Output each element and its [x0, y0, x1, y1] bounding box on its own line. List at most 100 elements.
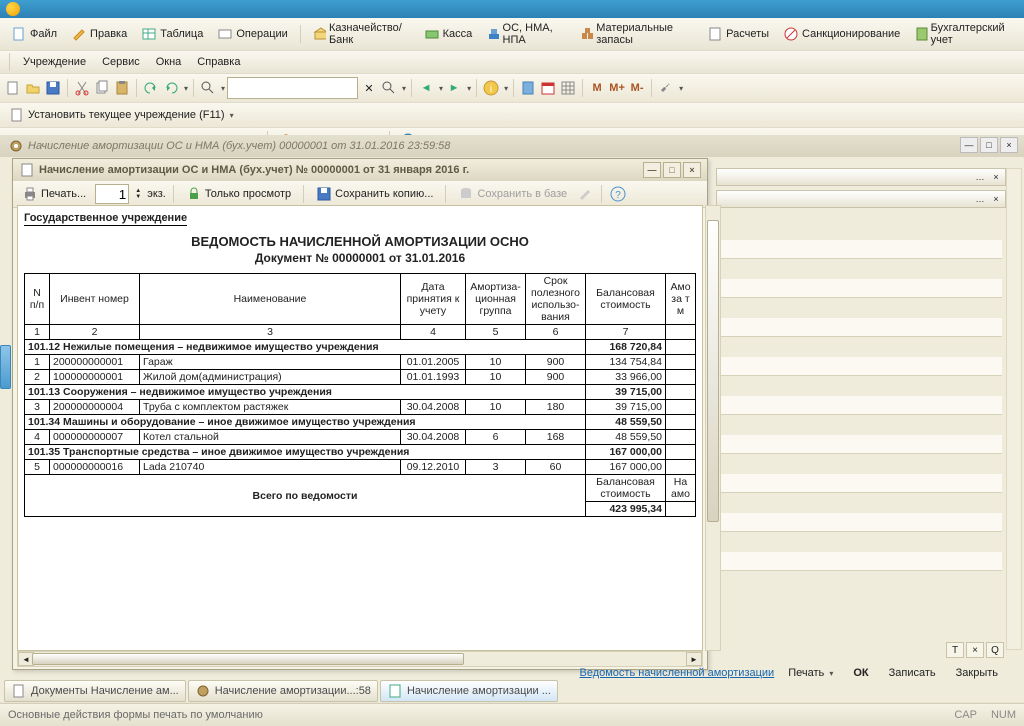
- m-button[interactable]: М: [588, 79, 606, 97]
- menu-sanction[interactable]: Санкционирование: [778, 25, 905, 43]
- chevron-down-icon[interactable]: ▾: [402, 84, 406, 93]
- table-row: 2100000000001Жилой дом(администрация)01.…: [25, 370, 696, 385]
- forward-button[interactable]: ►: [445, 79, 463, 97]
- open-button[interactable]: [24, 79, 42, 97]
- vertical-scrollbar[interactable]: [705, 205, 721, 651]
- field-line[interactable]: [712, 318, 1002, 337]
- save-button[interactable]: Записать: [883, 665, 942, 681]
- menu-calc[interactable]: Расчеты: [702, 25, 774, 43]
- chevron-down-icon[interactable]: ▾: [679, 84, 683, 93]
- preview-titlebar[interactable]: Начисление амортизации ОС и НМА (бух.уче…: [13, 159, 707, 181]
- menu-windows[interactable]: Окна: [150, 55, 188, 69]
- mplus-button[interactable]: M+: [608, 79, 626, 97]
- restore-button[interactable]: □: [980, 137, 998, 153]
- help-button[interactable]: ?: [609, 185, 627, 203]
- t-button[interactable]: Т: [946, 642, 964, 658]
- table-group-row: 101.12 Нежилые помещения – недвижимое им…: [25, 340, 696, 355]
- scroll-thumb[interactable]: [32, 653, 464, 665]
- menu-service[interactable]: Сервис: [96, 55, 146, 69]
- menu-treasury[interactable]: Казначейство/Банк: [308, 21, 415, 47]
- chevron-down-icon[interactable]: ▾: [504, 84, 508, 93]
- field-line[interactable]: [712, 552, 1002, 571]
- panel-header: … ×: [716, 190, 1006, 208]
- field-line[interactable]: [712, 240, 1002, 259]
- doc-tab-active[interactable]: Начисление амортизации ...: [380, 680, 558, 702]
- find-button[interactable]: [199, 79, 217, 97]
- calendar-button[interactable]: [539, 79, 557, 97]
- chevron-down-icon: ▾: [230, 111, 234, 120]
- field-line[interactable]: [712, 513, 1002, 532]
- search-next-button[interactable]: [380, 79, 398, 97]
- undo-button[interactable]: [142, 79, 160, 97]
- chevron-down-icon[interactable]: ▾: [221, 84, 225, 93]
- table-group-row: 101.34 Машины и оборудование – иное движ…: [25, 415, 696, 430]
- q-button[interactable]: Q: [986, 642, 1004, 658]
- close-button[interactable]: ×: [1000, 137, 1018, 153]
- back-button[interactable]: ◄: [417, 79, 435, 97]
- mdi-window-controls: — □ ×: [960, 137, 1018, 153]
- mminus-button[interactable]: M-: [628, 79, 646, 97]
- close-button[interactable]: ×: [683, 162, 701, 178]
- set-institution-button[interactable]: Установить текущее учреждение (F11) ▾: [4, 106, 239, 124]
- chevron-down-icon[interactable]: ▾: [467, 84, 471, 93]
- save-copy-button[interactable]: Сохранить копию...: [311, 185, 438, 203]
- paste-button[interactable]: [113, 79, 131, 97]
- num-indicator: NUM: [991, 709, 1016, 721]
- new-button[interactable]: [4, 79, 22, 97]
- copies-input[interactable]: [95, 184, 129, 204]
- ok-button[interactable]: ОК: [847, 665, 874, 681]
- menu-file[interactable]: Файл: [6, 25, 62, 43]
- redo-button[interactable]: [162, 79, 180, 97]
- menu-cash[interactable]: Касса: [419, 25, 478, 43]
- collapse-handle[interactable]: [0, 345, 11, 389]
- field-line[interactable]: [712, 474, 1002, 493]
- view-only-button[interactable]: Только просмотр: [181, 185, 296, 203]
- clear-search-button[interactable]: ✕: [360, 79, 378, 97]
- close-button[interactable]: Закрыть: [950, 665, 1004, 681]
- table-footer-row: Всего по ведомости Балансовая стоимость …: [25, 475, 696, 502]
- separator: [300, 25, 301, 43]
- minimize-button[interactable]: —: [643, 162, 661, 178]
- help-button[interactable]: i: [482, 79, 500, 97]
- menu-operations[interactable]: Операции: [212, 25, 292, 43]
- ellipsis-button[interactable]: …: [973, 193, 987, 205]
- chevron-down-icon[interactable]: ▾: [439, 84, 443, 93]
- menu-assets[interactable]: ОС, НМА, НПА: [481, 21, 571, 47]
- doc-tab[interactable]: Начисление амортизации...:58: [188, 680, 378, 702]
- menu-accounting[interactable]: Бухгалтерский учет: [909, 21, 1018, 47]
- cut-button[interactable]: [73, 79, 91, 97]
- separator: [411, 79, 412, 97]
- doc-tab[interactable]: Документы Начисление ам...: [4, 680, 186, 702]
- tools-button[interactable]: [657, 79, 675, 97]
- search-icon: [381, 80, 397, 96]
- close-icon[interactable]: ×: [989, 171, 1003, 183]
- menu-table[interactable]: Таблица: [136, 25, 208, 43]
- scroll-right-button[interactable]: ►: [686, 652, 702, 666]
- paste-icon: [114, 80, 130, 96]
- menu-edit[interactable]: Правка: [66, 25, 132, 43]
- menu-help[interactable]: Справка: [191, 55, 246, 69]
- vedomost-link[interactable]: Ведомость начисленной амортизации: [580, 667, 775, 679]
- close-button[interactable]: ×: [966, 642, 984, 658]
- save-button[interactable]: [44, 79, 62, 97]
- field-line[interactable]: [712, 435, 1002, 454]
- calc-button[interactable]: [519, 79, 537, 97]
- maximize-button[interactable]: □: [663, 162, 681, 178]
- report-title: ВЕДОМОСТЬ НАЧИСЛЕННОЙ АМОРТИЗАЦИИ ОСНО: [24, 234, 696, 249]
- field-line[interactable]: [712, 279, 1002, 298]
- ellipsis-button[interactable]: …: [973, 171, 987, 183]
- search-input[interactable]: [227, 77, 358, 99]
- field-line[interactable]: [712, 357, 1002, 376]
- close-icon[interactable]: ×: [989, 193, 1003, 205]
- field-line[interactable]: [712, 396, 1002, 415]
- help-icon: i: [483, 80, 499, 96]
- spinner-buttons[interactable]: ▲▼: [133, 185, 143, 203]
- menu-materials[interactable]: Материальные запасы: [575, 21, 698, 47]
- chevron-down-icon[interactable]: ▾: [184, 84, 188, 93]
- menu-institution[interactable]: Учреждение: [17, 55, 92, 69]
- minimize-button[interactable]: —: [960, 137, 978, 153]
- copy-button[interactable]: [93, 79, 111, 97]
- print-button[interactable]: Печать...: [17, 185, 91, 203]
- grid-button[interactable]: [559, 79, 577, 97]
- print-menu-button[interactable]: Печать ▾: [782, 665, 839, 681]
